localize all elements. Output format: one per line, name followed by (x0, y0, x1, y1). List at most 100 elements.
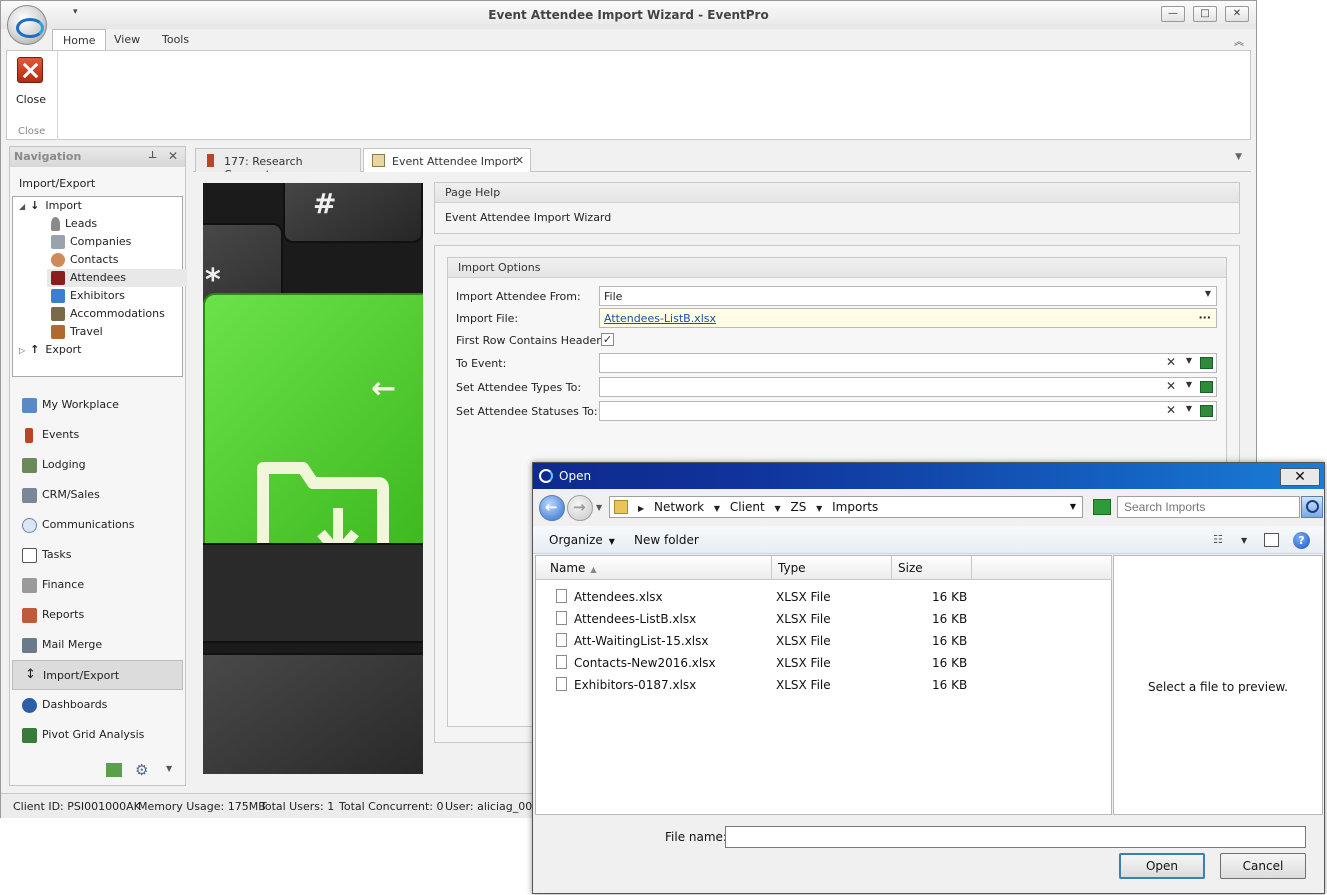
tree-item-accommodations[interactable]: Accommodations (51, 305, 187, 323)
breadcrumb-client[interactable]: Client (730, 500, 765, 514)
file-row[interactable]: Att-WaitingList-15.xlsx XLSX File 16 KB (536, 630, 1111, 652)
nav-tasks[interactable]: Tasks (10, 540, 185, 570)
nav-events[interactable]: Events (10, 420, 185, 450)
nav-import-export[interactable]: ↕ Import/Export (12, 660, 183, 690)
attendee-types-field[interactable]: ✕ ▼ (599, 377, 1217, 397)
clear-icon[interactable]: ✕ (1166, 379, 1176, 393)
close-window-button[interactable]: ✕ (1225, 6, 1249, 22)
tab-view[interactable]: View (104, 29, 150, 51)
import-file-field[interactable]: Attendees-ListB.xlsx ··· (599, 308, 1217, 328)
tab-event-attendee-import[interactable]: Event Attendee Import ✕ (363, 148, 531, 173)
tab-home[interactable]: Home (52, 29, 107, 51)
lookup-grid-icon[interactable] (1200, 357, 1213, 369)
page-help-text: Event Attendee Import Wizard (445, 211, 612, 224)
dialog-close-button[interactable]: ✕ (1280, 468, 1320, 486)
file-row[interactable]: Exhibitors-0187.xlsx XLSX File 16 KB (536, 674, 1111, 696)
to-event-field[interactable]: ✕ ▼ (599, 353, 1217, 373)
nav-reports[interactable]: Reports (10, 600, 185, 630)
back-button[interactable]: ← (539, 495, 565, 521)
nav-my-workplace[interactable]: My Workplace (10, 390, 185, 420)
close-pane-icon[interactable]: ✕ (168, 149, 178, 163)
recent-locations-icon[interactable]: ▼ (596, 503, 602, 512)
app-menu-icon[interactable] (7, 5, 47, 45)
lookup-grid-icon[interactable] (1200, 381, 1213, 393)
chevron-down-icon[interactable]: ▼ (816, 504, 822, 513)
expand-icon[interactable]: ▷ (19, 346, 25, 355)
chevron-down-icon[interactable]: ▼ (166, 764, 172, 773)
expand-icon[interactable]: ◢ (19, 202, 25, 211)
tree-item-leads[interactable]: Leads (51, 215, 187, 233)
close-button-label[interactable]: Close (16, 93, 46, 106)
nav-crm-sales[interactable]: CRM/Sales (10, 480, 185, 510)
nav-finance[interactable]: Finance (10, 570, 185, 600)
import-file-value[interactable]: Attendees-ListB.xlsx (604, 312, 716, 325)
attendee-statuses-field[interactable]: ✕ ▼ (599, 401, 1217, 421)
file-row[interactable]: Attendees.xlsx XLSX File 16 KB (536, 586, 1111, 608)
tree-item-attendees[interactable]: Attendees (47, 269, 187, 287)
chevron-down-icon[interactable]: ▼ (714, 504, 720, 513)
cancel-button[interactable]: Cancel (1220, 853, 1306, 879)
preview-pane-icon[interactable] (1264, 533, 1279, 547)
column-type[interactable]: Type (772, 556, 892, 580)
address-dropdown-icon[interactable]: ▼ (1070, 502, 1076, 511)
gear-icon[interactable]: ⚙ (135, 761, 148, 779)
new-folder-button[interactable]: New folder (634, 533, 699, 547)
chevron-down-icon[interactable]: ▼ (1205, 289, 1211, 298)
chevron-down-icon[interactable]: ▼ (1241, 536, 1256, 550)
pin-icon[interactable]: ⊥ (148, 150, 157, 161)
file-row[interactable]: Contacts-New2016.xlsx XLSX File 16 KB (536, 652, 1111, 674)
help-icon[interactable]: ? (1293, 532, 1310, 549)
tree-item-contacts[interactable]: Contacts (51, 251, 187, 269)
chevron-down-icon[interactable]: ▼ (1186, 380, 1192, 389)
browse-ellipsis-button[interactable]: ··· (1198, 311, 1211, 324)
clear-icon[interactable]: ✕ (1166, 403, 1176, 417)
forward-button[interactable]: → (567, 495, 593, 521)
lodging-icon (22, 458, 37, 473)
file-icon (556, 677, 567, 691)
nav-dashboards[interactable]: Dashboards (10, 690, 185, 720)
back-arrow-icon: ← (545, 498, 558, 516)
column-name[interactable]: Name ▲ (536, 556, 772, 580)
ribbon-panel: Close Close (6, 50, 1251, 140)
import-from-select[interactable]: File ▼ (599, 286, 1217, 306)
refresh-icon[interactable] (1093, 499, 1111, 515)
open-button[interactable]: Open (1119, 853, 1205, 879)
lookup-grid-icon[interactable] (1200, 405, 1213, 417)
chevron-down-icon[interactable]: ▼ (774, 504, 780, 513)
tree-item-exhibitors[interactable]: Exhibitors (51, 287, 187, 305)
tree-item-companies[interactable]: Companies (51, 233, 187, 251)
maximize-button[interactable]: □ (1193, 6, 1217, 22)
chevron-down-icon[interactable]: ▼ (1186, 404, 1192, 413)
search-input[interactable] (1117, 496, 1300, 518)
organize-button[interactable]: Organize ▼ (549, 533, 615, 547)
clear-icon[interactable]: ✕ (1166, 355, 1176, 369)
breadcrumb-imports[interactable]: Imports (832, 500, 878, 514)
search-icon[interactable] (1301, 496, 1323, 518)
ribbon-collapse-icon[interactable]: ︽ (1234, 33, 1244, 48)
chevron-right-icon[interactable]: ▶ (638, 504, 644, 513)
tree-item-import[interactable]: ◢ ↓ Import (19, 197, 187, 215)
nav-communications[interactable]: Communications (10, 510, 185, 540)
breadcrumb-network[interactable]: Network (654, 500, 704, 514)
tab-research-convent[interactable]: 177: Research Convent (195, 148, 361, 181)
breadcrumb-zs[interactable]: ZS (790, 500, 806, 514)
tree-item-export[interactable]: ▷ ↑ Export (19, 341, 187, 359)
home-icon (22, 398, 37, 413)
tree-item-travel[interactable]: Travel (51, 323, 187, 341)
tab-tools[interactable]: Tools (152, 29, 199, 51)
close-tab-icon[interactable]: ✕ (515, 154, 524, 167)
tabs-dropdown-icon[interactable]: ▼ (1235, 152, 1242, 162)
nav-mail-merge[interactable]: Mail Merge (10, 630, 185, 660)
file-row[interactable]: Attendees-ListB.xlsx XLSX File 16 KB (536, 608, 1111, 630)
file-name-input[interactable] (725, 826, 1306, 848)
nav-pivot-grid-analysis[interactable]: Pivot Grid Analysis (10, 720, 185, 750)
chart-icon[interactable] (106, 763, 122, 777)
first-row-headers-checkbox[interactable]: ✓ (601, 333, 614, 346)
chevron-down-icon[interactable]: ▼ (1186, 356, 1192, 365)
change-view-icon[interactable]: ☷ (1213, 533, 1228, 547)
close-icon[interactable] (17, 57, 43, 83)
minimize-button[interactable]: — (1161, 6, 1185, 22)
column-size[interactable]: Size (892, 556, 972, 580)
address-bar[interactable]: ▶ Network ▼ Client ▼ ZS ▼ Imports ▼ (609, 496, 1083, 518)
nav-lodging[interactable]: Lodging (10, 450, 185, 480)
